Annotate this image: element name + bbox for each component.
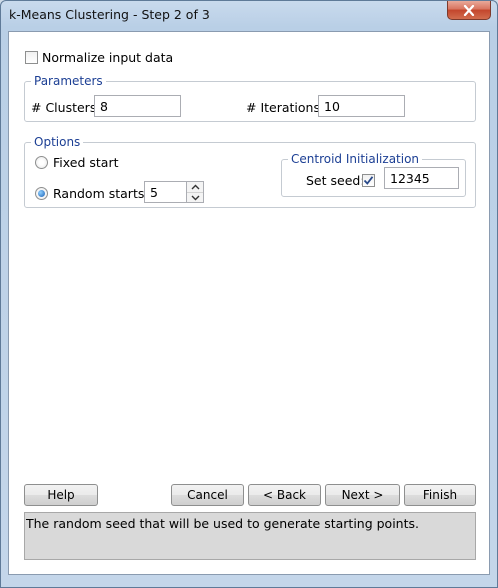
chevron-down-icon [191, 195, 199, 200]
iterations-label: # Iterations: [246, 100, 325, 115]
chevron-up-icon [191, 184, 199, 190]
seed-input[interactable] [384, 167, 459, 189]
status-text: The random seed that will be used to gen… [26, 516, 419, 531]
fixed-start-label: Fixed start [53, 155, 119, 170]
dialog-body: Normalize input data Parameters # Cluste… [8, 31, 490, 575]
parameters-legend: Parameters [31, 74, 106, 88]
random-starts-radio[interactable] [35, 187, 48, 200]
random-starts-spinner[interactable] [187, 181, 204, 203]
back-button[interactable]: < Back [248, 484, 321, 506]
window-title: k-Means Clustering - Step 2 of 3 [9, 7, 210, 22]
normalize-label: Normalize input data [42, 50, 174, 65]
checkmark-icon [363, 176, 374, 185]
help-button[interactable]: Help [24, 484, 98, 506]
set-seed-label: Set seed: [306, 173, 365, 188]
close-icon [463, 4, 475, 16]
random-starts-label: Random starts: [53, 186, 149, 201]
title-bar[interactable]: k-Means Clustering - Step 2 of 3 [1, 1, 497, 27]
cancel-button[interactable]: Cancel [171, 484, 244, 506]
status-panel: The random seed that will be used to gen… [24, 512, 476, 560]
iterations-input[interactable] [318, 95, 405, 117]
next-button[interactable]: Next > [325, 484, 400, 506]
dialog-window: k-Means Clustering - Step 2 of 3 Normali… [0, 0, 498, 588]
close-button[interactable] [447, 1, 491, 20]
set-seed-checkbox[interactable] [362, 174, 375, 187]
normalize-checkbox[interactable] [25, 51, 38, 64]
random-starts-input[interactable] [144, 181, 187, 203]
spin-up-button[interactable] [187, 182, 203, 192]
clusters-label: # Clusters: [31, 100, 101, 115]
options-legend: Options [31, 135, 84, 149]
finish-button[interactable]: Finish [404, 484, 476, 506]
spin-down-button[interactable] [187, 192, 203, 202]
clusters-input[interactable] [94, 95, 181, 117]
centroid-legend: Centroid Initialization [288, 152, 423, 166]
fixed-start-radio[interactable] [35, 156, 48, 169]
